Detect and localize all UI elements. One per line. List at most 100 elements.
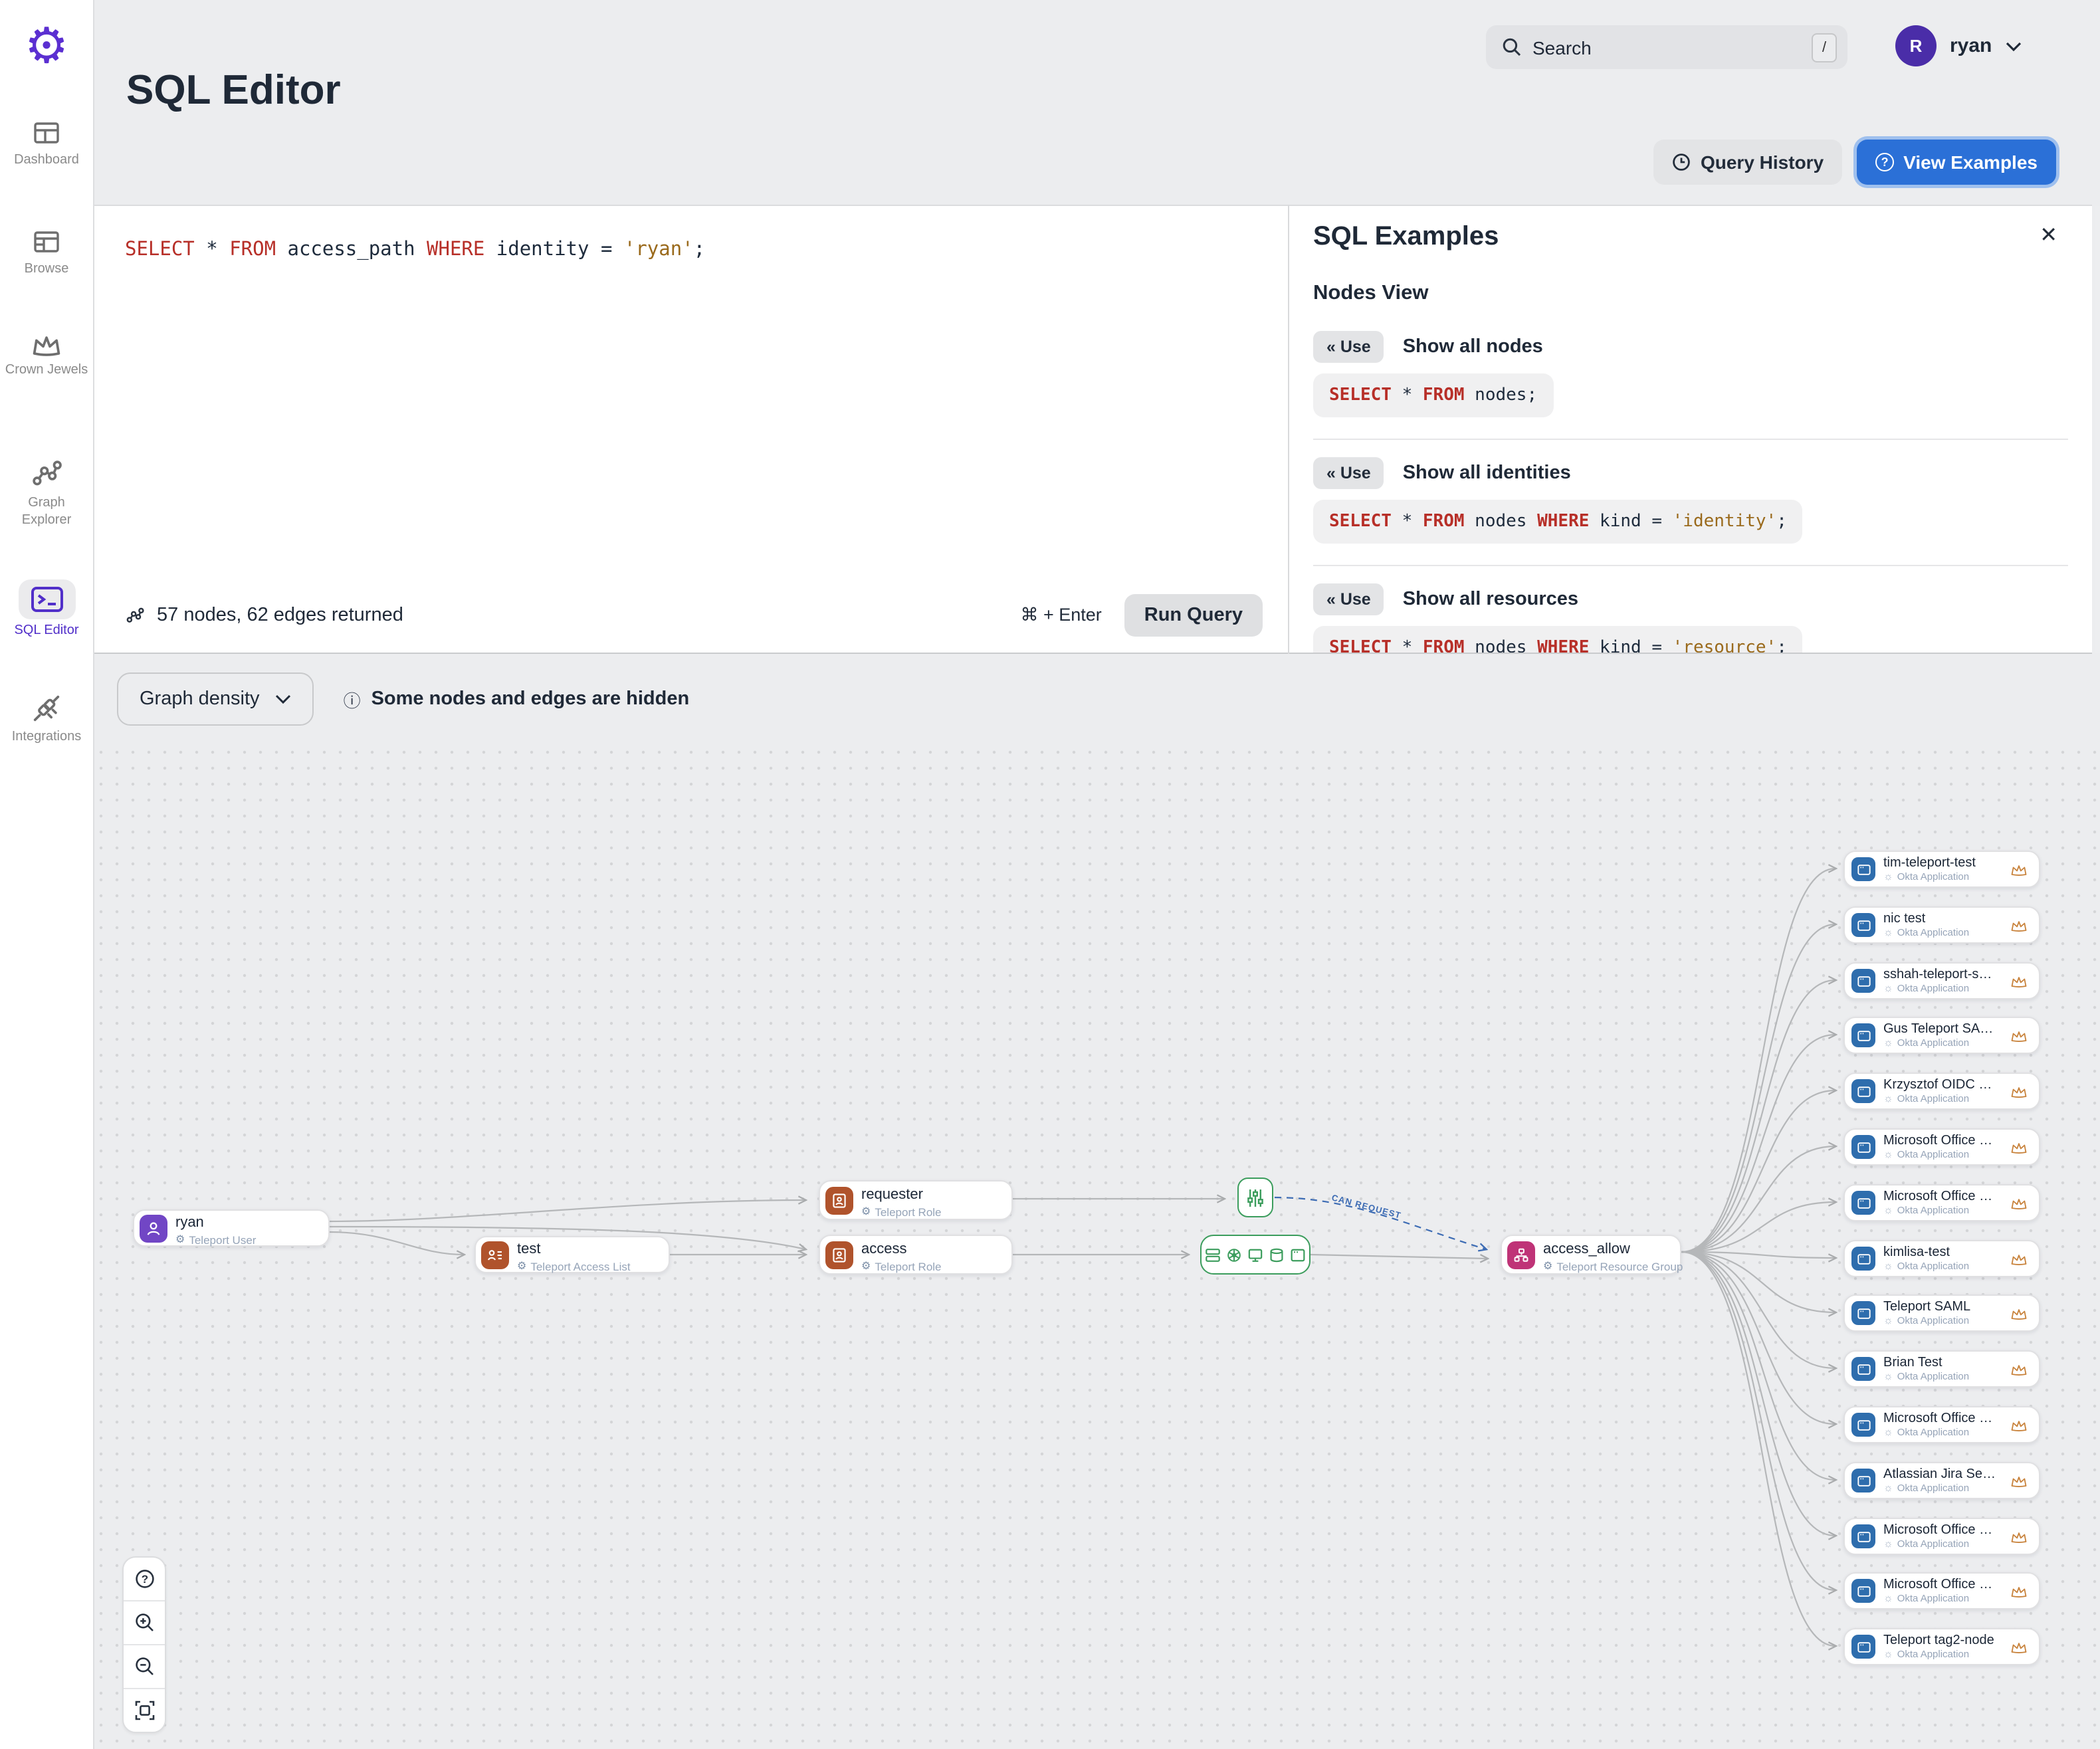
desktop-icon (1248, 1248, 1263, 1261)
view-examples-button[interactable]: ? View Examples (1857, 140, 2056, 185)
graph-node-okta-app[interactable]: Microsoft Office 365 ☼ Okta Application (1843, 1184, 2040, 1221)
crown-icon[interactable] (2010, 1529, 2028, 1544)
use-example-button[interactable]: « Use (1313, 457, 1384, 489)
sidebar-item-browse[interactable]: Browse (0, 226, 93, 278)
crown-icon[interactable] (2010, 1639, 2028, 1654)
search-icon (1503, 38, 1521, 56)
dashboard-icon (34, 122, 59, 144)
app-logo[interactable]: ⚙ (0, 21, 93, 70)
okta-sun-icon: ☼ (1883, 1648, 1893, 1660)
graph-node-okta-app[interactable]: Microsoft Office 365 ☼ Okta Application (1843, 1518, 2040, 1555)
example-row: « Use Show all nodes (1313, 331, 2063, 363)
gear-icon: ⚙ (1543, 1260, 1553, 1273)
okta-sun-icon: ☼ (1883, 1314, 1893, 1326)
graph-canvas[interactable] (93, 744, 2100, 1749)
graph-node-okta-app[interactable]: nic test ☼ Okta Application (1843, 906, 2040, 944)
crown-icon[interactable] (2010, 1473, 2028, 1488)
crown-icon[interactable] (2010, 1306, 2028, 1320)
crown-icon[interactable] (2010, 1140, 2028, 1154)
graph-node-okta-app[interactable]: Brian Test ☼ Okta Application (1843, 1350, 2040, 1388)
application-icon (1291, 1248, 1305, 1261)
graph-node-resource-kinds[interactable] (1200, 1235, 1311, 1275)
node-subtitle: ⚙ Teleport Role (861, 1259, 942, 1273)
use-example-button[interactable]: « Use (1313, 331, 1384, 363)
example-row: « Use Show all identities (1313, 457, 2063, 489)
app-subtitle: ☼ Okta Application (1883, 1148, 1970, 1160)
role-badge-icon (825, 1241, 853, 1269)
crown-icon[interactable] (2010, 918, 2028, 932)
crown-icon[interactable] (2010, 1195, 2028, 1210)
sliders-icon (1247, 1189, 1263, 1206)
crown-icon[interactable] (2010, 1417, 2028, 1432)
search-input[interactable]: Search / (1486, 25, 1847, 69)
graph-node-okta-app[interactable]: Teleport tag2-node ☼ Okta Application (1843, 1628, 2040, 1665)
graph-node-okta-app[interactable]: Atlassian Jira Server ☼ Okta Application (1843, 1462, 2040, 1499)
graph-node-okta-app[interactable]: Gus Teleport SAML ☼ Okta Application (1843, 1017, 2040, 1054)
sql-query-input[interactable]: SELECT * FROM access_path WHERE identity… (125, 239, 705, 260)
graph-node-user-ryan[interactable]: ryan ⚙ Teleport User (133, 1209, 330, 1247)
okta-app-icon (1851, 1301, 1875, 1325)
node-subtitle: ⚙ Teleport User (175, 1233, 257, 1247)
app-title: tim-teleport-test (1883, 856, 1976, 871)
sql-editor-panel: SELECT * FROM access_path WHERE identity… (93, 205, 1289, 654)
help-button[interactable]: ? (124, 1558, 165, 1601)
example-query-chip[interactable]: SELECT * FROM nodes WHERE kind = 'resour… (1313, 626, 1803, 653)
crown-icon[interactable] (2010, 1584, 2028, 1598)
integrations-plug-icon (33, 695, 60, 722)
example-title: Show all identities (1402, 463, 1571, 484)
graph-node-okta-app[interactable]: Krzysztof OIDC SSO App☼Okta Application (1843, 1073, 2040, 1110)
fit-view-button[interactable] (124, 1689, 165, 1732)
run-query-button[interactable]: Run Query (1124, 594, 1263, 637)
examples-scroll-gutter[interactable] (2095, 206, 2100, 653)
result-status: 57 nodes, 62 edges returned (125, 605, 403, 626)
crown-icon[interactable] (2010, 1251, 2028, 1266)
graph-node-okta-app[interactable]: Microsoft Office 365 ☼ Okta Application (1843, 1572, 2040, 1609)
sidebar-item-graph-explorer[interactable]: Graph Explorer (0, 457, 93, 529)
zoom-in-button[interactable] (124, 1601, 165, 1645)
graph-node-okta-app[interactable]: Microsoft Office 365 ☼ Okta Application (1843, 1406, 2040, 1443)
graph-node-okta-app[interactable]: Microsoft Office 365 ☼ Okta Application (1843, 1128, 2040, 1166)
graph-node-okta-app[interactable]: tim-teleport-test ☼ Okta Application (1843, 851, 2040, 888)
graph-node-okta-app[interactable]: sshah-teleport-saml-idp...☼Okta Applicat… (1843, 962, 2040, 999)
use-example-button[interactable]: « Use (1313, 583, 1384, 615)
okta-sun-icon: ☼ (1883, 926, 1893, 938)
example-query-chip[interactable]: SELECT * FROM nodes; (1313, 373, 1554, 417)
crown-icon[interactable] (2010, 1028, 2028, 1043)
search-shortcut-badge: / (1812, 33, 1837, 62)
query-history-button[interactable]: Query History (1653, 140, 1843, 185)
gear-icon: ⚙ (175, 1233, 185, 1246)
graph-node-access-list-test[interactable]: test ⚙ Teleport Access List (474, 1236, 670, 1273)
graph-node-role-access[interactable]: access ⚙ Teleport Role (819, 1235, 1013, 1275)
okta-sun-icon: ☼ (1883, 1426, 1893, 1438)
app-title: sshah-teleport-saml-idp... (1883, 968, 1996, 982)
okta-sun-icon: ☼ (1883, 1148, 1893, 1160)
crown-icon[interactable] (2010, 1362, 2028, 1376)
sidebar-item-crown-jewels[interactable]: Crown Jewels (0, 332, 93, 379)
okta-sun-icon: ☼ (1883, 871, 1893, 882)
crown-icon[interactable] (2010, 974, 2028, 988)
sidebar-item-sql-editor[interactable]: SQL Editor (0, 579, 93, 640)
sql-editor-page: ⚙ Dashboard Browse Crown Jewels Graph Ex… (0, 0, 2100, 1749)
close-icon[interactable]: ✕ (2040, 225, 2057, 247)
crown-icon[interactable] (2010, 862, 2028, 876)
crown-icon[interactable] (2010, 1084, 2028, 1098)
sidebar-item-dashboard[interactable]: Dashboard (0, 117, 93, 169)
zoom-out-button[interactable] (124, 1645, 165, 1689)
graph-node-okta-app[interactable]: Teleport SAML ☼ Okta Application (1843, 1294, 2040, 1332)
user-menu[interactable]: R ryan (1895, 25, 2021, 66)
graph-node-role-requester[interactable]: requester ⚙ Teleport Role (819, 1180, 1013, 1220)
app-subtitle: ☼ Okta Application (1883, 1482, 1970, 1494)
app-title: Teleport SAML (1883, 1300, 1971, 1314)
graph-node-resource-group[interactable]: access_allow ⚙ Teleport Resource Group (1501, 1235, 1683, 1275)
okta-app-icon (1851, 1579, 1875, 1603)
graph-node-allowed-settings[interactable] (1237, 1178, 1273, 1217)
okta-app-icon (1851, 969, 1875, 993)
app-title: Microsoft Office 365 (1883, 1134, 1996, 1148)
okta-app-icon (1851, 913, 1875, 937)
example-query-chip[interactable]: SELECT * FROM nodes WHERE kind = 'identi… (1313, 500, 1803, 544)
graph-node-okta-app[interactable]: kimlisa-test ☼ Okta Application (1843, 1240, 2040, 1277)
run-shortcut-hint: ⌘ + Enter (1020, 605, 1102, 625)
sidebar-item-integrations[interactable]: Integrations (0, 691, 93, 746)
node-subtitle: ⚙ Teleport Resource Group (1543, 1259, 1683, 1273)
graph-density-select[interactable]: Graph density (117, 672, 314, 726)
